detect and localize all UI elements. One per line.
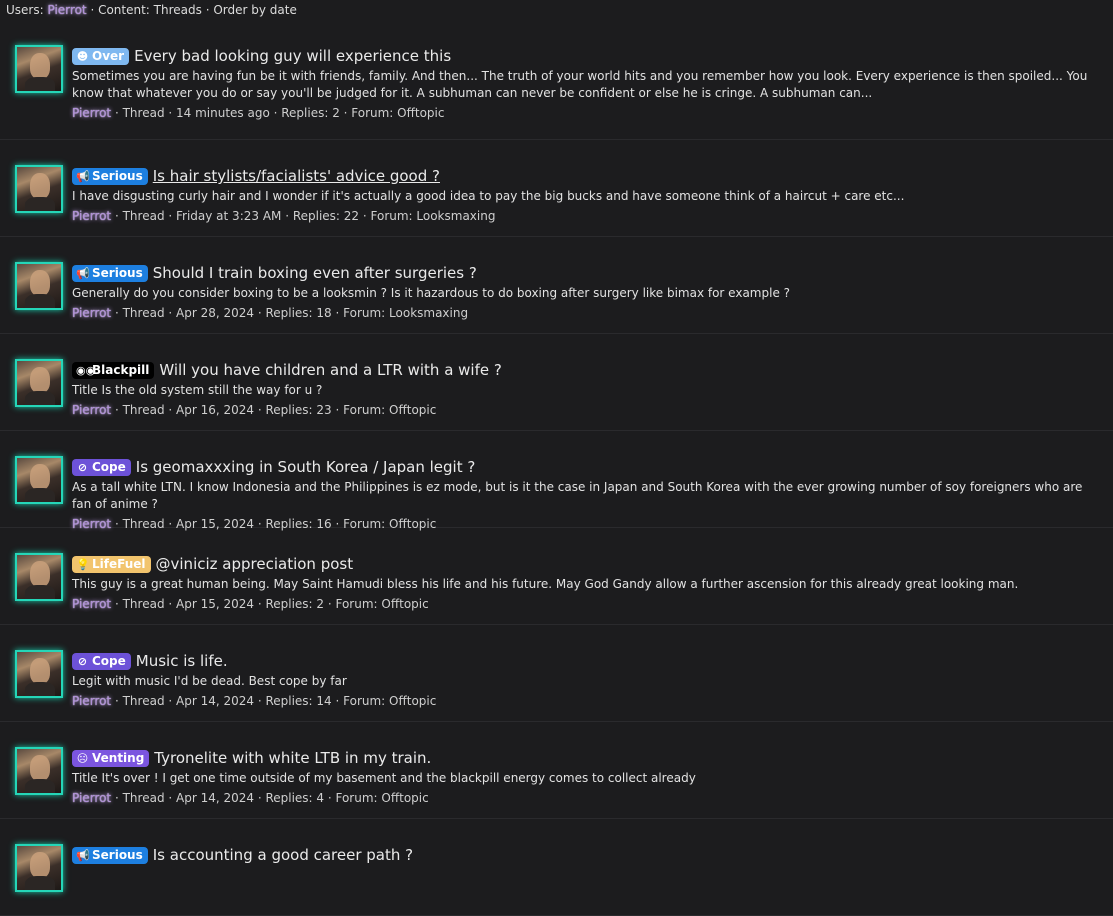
- content-order-filter-text: · Content: Threads · Order by date: [90, 3, 297, 17]
- search-result-item[interactable]: 📢 Serious Is hair stylists/facialists' adv…: [0, 140, 1113, 237]
- author-link[interactable]: Pierrot: [72, 106, 111, 120]
- angry-face-icon: ☹: [76, 751, 89, 765]
- author-link[interactable]: Pierrot: [72, 306, 111, 320]
- prefix-badge-label: Cope: [92, 460, 126, 474]
- thread-snippet: Legit with music I'd be dead. Best cope …: [72, 674, 347, 688]
- thread-snippet: As a tall white LTN. I know Indonesia an…: [72, 480, 1083, 511]
- thread-title-link[interactable]: Will you have children and a LTR with a …: [159, 361, 501, 379]
- thread-title-row: 💡 LifeFuel @viniciz appreciation post: [72, 554, 1103, 574]
- prefix-badge[interactable]: ☹ Venting: [72, 749, 150, 767]
- thread-meta-text: · Thread · 14 minutes ago · Replies: 2 ·…: [114, 106, 445, 120]
- prefix-badge[interactable]: ☻ Over: [72, 47, 130, 65]
- thread-meta: Pierrot · Thread · Apr 16, 2024 · Replie…: [72, 402, 1103, 418]
- thread-meta-text: · Thread · Apr 15, 2024 · Replies: 2 · F…: [114, 597, 429, 611]
- lightbulb-icon: 💡: [76, 557, 90, 571]
- thread-title-link[interactable]: Music is life.: [136, 652, 228, 670]
- prefix-badge-label: Venting: [92, 751, 145, 765]
- user-filter-link[interactable]: Pierrot: [47, 3, 86, 17]
- prefix-badge[interactable]: 📢 Serious: [72, 264, 148, 282]
- thread-snippet: Generally do you consider boxing to be a…: [72, 286, 791, 300]
- avatar[interactable]: [15, 45, 63, 93]
- prefix-badge[interactable]: 💡 LifeFuel: [72, 555, 151, 573]
- glasses-icon: ◉◉: [76, 363, 96, 377]
- ban-icon: ⊘: [77, 460, 88, 474]
- avatar[interactable]: [15, 844, 63, 892]
- thread-title-row: ⊘ Cope Is geomaxxxing in South Korea / Jap…: [72, 457, 1103, 477]
- thread-snippet: I have disgusting curly hair and I wonde…: [72, 189, 905, 203]
- users-filter-label: Users:: [6, 3, 44, 17]
- ban-icon: ⊘: [77, 654, 88, 668]
- avatar[interactable]: [15, 359, 63, 407]
- thread-meta-text: · Thread · Apr 28, 2024 · Replies: 18 · …: [114, 306, 469, 320]
- thread-meta: Pierrot · Thread · 14 minutes ago · Repl…: [72, 105, 1103, 121]
- thread-meta-text: · Thread · Apr 14, 2024 · Replies: 14 · …: [114, 694, 437, 708]
- thread-title-row: ☻ Over Every bad looking guy will experien…: [72, 46, 1103, 66]
- prefix-badge-label: Serious: [92, 266, 143, 280]
- thread-meta-text: · Thread · Friday at 3:23 AM · Replies: …: [114, 209, 496, 223]
- search-result-item[interactable]: 📢 Serious Is accounting a good career path…: [0, 819, 1113, 916]
- avatar[interactable]: [15, 553, 63, 601]
- thread-snippet: Title It's over ! I get one time outside…: [72, 771, 696, 785]
- thread-title-link[interactable]: Is accounting a good career path ?: [153, 846, 413, 864]
- avatar[interactable]: [15, 456, 63, 504]
- prefix-badge-label: Blackpill: [92, 363, 150, 377]
- thread-title-row: ◉◉ Blackpill Will you have children and a …: [72, 360, 1103, 380]
- search-filters-bar: Users: Pierrot · Content: Threads · Orde…: [0, 0, 1113, 20]
- thread-title-row: ☹ Venting Tyronelite with white LTB in my …: [72, 748, 1103, 768]
- search-result-item[interactable]: ◉◉ Blackpill Will you have children and a …: [0, 334, 1113, 431]
- prefix-badge[interactable]: ◉◉ Blackpill: [72, 361, 155, 379]
- search-result-item[interactable]: ⊘ Cope Music is life. Legit with music I'd …: [0, 625, 1113, 722]
- prefix-badge[interactable]: 📢 Serious: [72, 167, 148, 185]
- prefix-badge[interactable]: 📢 Serious: [72, 846, 148, 864]
- thread-snippet: Title Is the old system still the way fo…: [72, 383, 323, 397]
- thread-title-row: 📢 Serious Should I train boxing even after…: [72, 263, 1103, 283]
- thread-meta: Pierrot · Thread · Apr 14, 2024 · Replie…: [72, 790, 1103, 806]
- prefix-badge-label: Cope: [92, 654, 126, 668]
- search-result-item[interactable]: ⊘ Cope Is geomaxxxing in South Korea / Jap…: [0, 431, 1113, 531]
- search-result-item[interactable]: ☹ Venting Tyronelite with white LTB in my …: [0, 722, 1113, 819]
- avatar[interactable]: [15, 262, 63, 310]
- thread-snippet: This guy is a great human being. May Sai…: [72, 577, 1019, 591]
- thread-meta: Pierrot · Thread · Apr 15, 2024 · Replie…: [72, 596, 1103, 612]
- avatar[interactable]: [15, 165, 63, 213]
- thread-meta-text: · Thread · Apr 14, 2024 · Replies: 4 · F…: [114, 791, 429, 805]
- thread-meta: Pierrot · Thread · Friday at 3:23 AM · R…: [72, 208, 1103, 224]
- thread-title-link[interactable]: @viniciz appreciation post: [156, 555, 354, 573]
- search-result-item[interactable]: 💡 LifeFuel @viniciz appreciation post This …: [0, 528, 1113, 625]
- megaphone-icon: 📢: [76, 848, 90, 862]
- author-link[interactable]: Pierrot: [72, 791, 111, 805]
- thread-title-link[interactable]: Every bad looking guy will experience th…: [134, 47, 451, 65]
- prefix-badge[interactable]: ⊘ Cope: [72, 458, 131, 476]
- thread-snippet: Sometimes you are having fun be it with …: [72, 69, 1088, 100]
- prefix-badge-label: LifeFuel: [92, 557, 146, 571]
- thread-title-link[interactable]: Is geomaxxxing in South Korea / Japan le…: [136, 458, 476, 476]
- search-result-item[interactable]: 📢 Serious Should I train boxing even after…: [0, 237, 1113, 334]
- thread-title-link[interactable]: Should I train boxing even after surgeri…: [153, 264, 477, 282]
- thread-title-link[interactable]: Tyronelite with white LTB in my train.: [154, 749, 431, 767]
- thread-title-link[interactable]: Is hair stylists/facialists' advice good…: [153, 167, 440, 185]
- search-results-list: ☻ Over Every bad looking guy will experien…: [0, 20, 1113, 916]
- thread-title-row: ⊘ Cope Music is life.: [72, 651, 1103, 671]
- megaphone-icon: 📢: [76, 266, 90, 280]
- author-link[interactable]: Pierrot: [72, 209, 111, 223]
- megaphone-icon: 📢: [76, 169, 90, 183]
- author-link[interactable]: Pierrot: [72, 403, 111, 417]
- author-link[interactable]: Pierrot: [72, 694, 111, 708]
- prefix-badge-label: Over: [92, 49, 125, 63]
- thread-meta-text: · Thread · Apr 16, 2024 · Replies: 23 · …: [114, 403, 437, 417]
- prefix-badge[interactable]: ⊘ Cope: [72, 652, 131, 670]
- thread-meta: Pierrot · Thread · Apr 28, 2024 · Replie…: [72, 305, 1103, 321]
- thread-meta: Pierrot · Thread · Apr 14, 2024 · Replie…: [72, 693, 1103, 709]
- thread-title-row: 📢 Serious Is hair stylists/facialists' adv…: [72, 166, 1103, 186]
- thread-title-row: 📢 Serious Is accounting a good career path…: [72, 845, 1103, 865]
- search-result-item[interactable]: ☻ Over Every bad looking guy will experien…: [0, 20, 1113, 140]
- author-link[interactable]: Pierrot: [72, 597, 111, 611]
- prefix-badge-label: Serious: [92, 169, 143, 183]
- avatar[interactable]: [15, 650, 63, 698]
- smile-icon: ☻: [76, 49, 89, 63]
- prefix-badge-label: Serious: [92, 848, 143, 862]
- avatar[interactable]: [15, 747, 63, 795]
